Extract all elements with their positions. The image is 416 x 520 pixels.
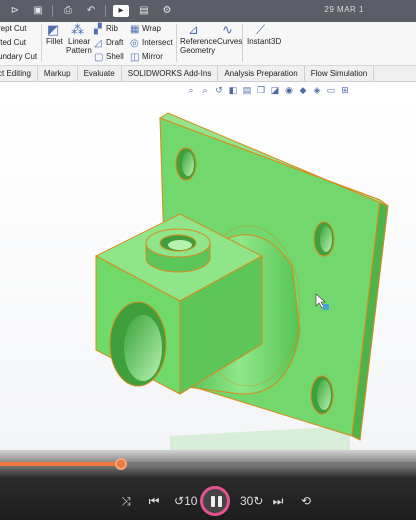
draft-icon: ◿ [94,38,102,49]
floor-reflection [170,426,350,450]
progress-knob[interactable] [114,458,127,470]
linear-pattern-label-1[interactable]: Linear [68,37,90,46]
zoom-area-icon[interactable]: ⌕ [200,84,210,96]
quick-access-toolbar: ⊳ ▣ ⎙ ↶ ▸ ▤ ⚙ 29 MAR 1 [0,0,416,22]
tab-solidworks-add-ins[interactable]: SOLIDWORKS Add-Ins [122,66,219,82]
toolbar-separator [105,5,106,17]
pause-icon [211,496,215,507]
block-bore [109,301,167,387]
boundary-cut-button[interactable]: undary Cut [0,52,37,61]
view-orientation-icon[interactable]: ❒ [256,84,266,96]
shell-button[interactable]: Shell [106,52,124,61]
open-icon[interactable]: ⊳ [7,5,23,17]
monitor-icon[interactable]: ⊞ [340,84,350,96]
dynamic-annotation-icon[interactable]: ▤ [242,84,252,96]
heads-up-view-toolbar: ⌕ ⌕ ↺ ◧ ▤ ❒ ◪ ◉ ◆ ◈ ▭ ⊞ [186,84,350,96]
mirror-button[interactable]: Mirror [142,52,163,61]
rewind-10-icon[interactable]: ↺10 [174,494,197,508]
plate-hole [175,147,197,181]
section-view-icon[interactable]: ◧ [228,84,238,96]
undo-icon[interactable]: ↶ [83,5,99,17]
rewind-10-label: 10 [184,494,198,508]
reference-geometry-icon[interactable]: ⊿ [188,23,199,37]
print-icon[interactable]: ⎙ [60,5,76,17]
graphics-area[interactable] [0,96,416,450]
reference-geometry-label-1[interactable]: Reference [180,37,217,46]
plate-hole [313,221,335,257]
fillet-label[interactable]: Fillet [46,37,63,46]
curves-icon[interactable]: ∿ [222,23,233,37]
select-icon[interactable]: ▸ [113,5,129,17]
rib-icon: ▞ [94,24,102,35]
fillet-icon[interactable]: ◩ [47,23,59,37]
command-manager-tabs: ct Editing Markup Evaluate SOLIDWORKS Ad… [0,66,416,82]
edit-appearance-icon[interactable]: ◆ [298,84,308,96]
lofted-cut-button[interactable]: fted Cut [0,38,26,47]
shuffle-icon[interactable]: ⤨ [118,494,134,508]
ribbon-separator [242,24,243,62]
plate-hole [310,375,334,415]
curves-label[interactable]: Curves [217,37,242,46]
mirror-icon: ◫ [130,52,140,63]
progress-fill [0,462,121,466]
zoom-fit-icon[interactable]: ⌕ [186,84,196,96]
rebuild-icon[interactable]: ▤ [136,5,152,17]
shell-icon: ▢ [94,52,104,63]
previous-view-icon[interactable]: ↺ [214,84,224,96]
tab-evaluate[interactable]: Evaluate [78,66,122,82]
hide-show-icon[interactable]: ◉ [284,84,294,96]
forward-30-icon[interactable]: 30↻ [240,494,263,508]
tab-flow-simulation[interactable]: Flow Simulation [305,66,375,82]
tab-markup[interactable]: Markup [38,66,78,82]
swept-cut-button[interactable]: rept Cut [0,24,26,33]
skip-forward-icon[interactable]: ⏭ [270,494,286,508]
draft-button[interactable]: Draft [106,38,123,47]
display-style-icon[interactable]: ◪ [270,84,280,96]
command-manager-ribbon: rept Cut fted Cut undary Cut ◩ Fillet ⁂ … [0,22,416,66]
reference-geometry-label-2[interactable]: Geometry [180,46,215,55]
linear-pattern-icon[interactable]: ⁂ [71,23,84,37]
pause-button[interactable] [200,486,230,516]
ribbon-separator [41,24,42,62]
rib-button[interactable]: Rib [106,24,118,33]
display-settings-icon[interactable]: ▭ [326,84,336,96]
repeat-icon[interactable]: ⟲ [298,494,314,508]
linear-pattern-label-2[interactable]: Pattern [66,46,92,55]
instant3d-icon[interactable]: ⟋ [256,23,265,37]
instant3d-label[interactable]: Instant3D [247,37,281,46]
top-boss [145,228,211,273]
progress-track[interactable] [0,458,416,470]
toolbar-separator [52,5,53,17]
wrap-button[interactable]: Wrap [142,24,161,33]
tab-analysis-preparation[interactable]: Analysis Preparation [218,66,305,82]
pause-icon [218,496,222,507]
playback-controls: ⤨ ⏮ ↺10 30↻ ⏭ ⟲ [0,486,416,516]
part-model[interactable] [0,96,416,450]
ribbon-separator [176,24,177,62]
save-icon[interactable]: ▣ [30,5,46,17]
tab-direct-editing[interactable]: ct Editing [0,66,38,82]
intersect-button[interactable]: Intersect [142,38,173,47]
date-label: 29 MAR 1 [324,5,364,14]
skip-back-icon[interactable]: ⏮ [146,494,162,508]
options-icon[interactable]: ⚙ [159,5,175,17]
scene-icon[interactable]: ◈ [312,84,322,96]
wrap-icon: ▦ [130,24,140,35]
video-player-controls: ⤨ ⏮ ↺10 30↻ ⏭ ⟲ [0,450,416,520]
intersect-icon: ◎ [130,38,139,49]
forward-30-label: 30 [240,494,254,508]
